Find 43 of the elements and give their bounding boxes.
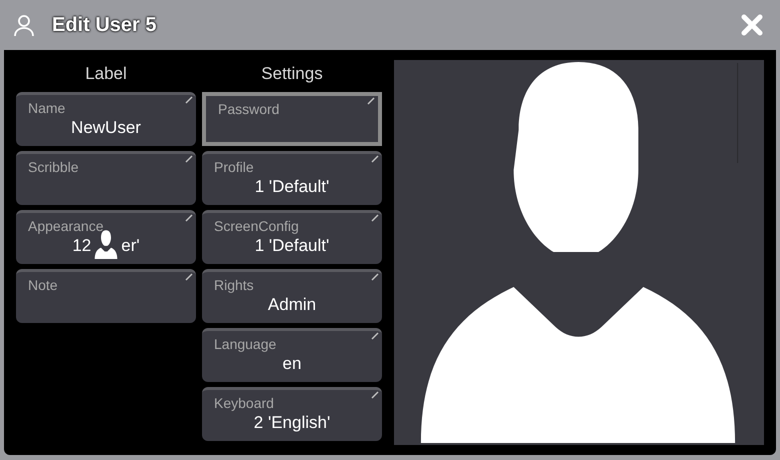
field-value: en bbox=[282, 353, 302, 375]
corner-icon bbox=[367, 97, 375, 105]
field[interactable]: ScreenConfig 1 'Default' bbox=[202, 210, 382, 264]
field-value: er' bbox=[121, 235, 140, 257]
corner-icon bbox=[185, 96, 193, 104]
field-label: Keyboard bbox=[214, 394, 275, 412]
field-label: Name bbox=[28, 99, 66, 117]
field-label: Rights bbox=[214, 276, 255, 294]
user-icon bbox=[12, 13, 36, 37]
field-label: ScreenConfig bbox=[214, 217, 300, 235]
corner-icon bbox=[185, 214, 193, 222]
field-label: Note bbox=[28, 276, 59, 294]
field-label: Scribble bbox=[28, 158, 80, 176]
field[interactable]: Appearance 12 er' bbox=[16, 210, 196, 264]
field-value: Admin bbox=[268, 294, 316, 316]
corner-icon bbox=[371, 332, 379, 340]
field[interactable]: Scribble bbox=[16, 151, 196, 205]
field[interactable]: Profile 1 'Default' bbox=[202, 151, 382, 205]
corner-icon bbox=[371, 273, 379, 281]
field-value: 2 'English' bbox=[254, 412, 330, 434]
field-value: 1 'Default' bbox=[254, 235, 330, 257]
field-value: NewUser bbox=[71, 117, 141, 139]
corner-icon bbox=[371, 155, 379, 163]
field[interactable]: Note bbox=[16, 269, 196, 323]
corner-icon bbox=[185, 273, 193, 281]
field-label: Appearance bbox=[28, 217, 105, 235]
window-title: Edit User 5 bbox=[52, 13, 156, 38]
field-value: 1 'Default' bbox=[254, 176, 330, 198]
field[interactable]: Name NewUser bbox=[16, 92, 196, 146]
close-icon[interactable] bbox=[740, 13, 764, 37]
field[interactable]: Rights Admin bbox=[202, 269, 382, 323]
field-label: Password bbox=[218, 100, 280, 118]
corner-icon bbox=[185, 155, 193, 163]
field-value: 12 bbox=[72, 235, 92, 257]
field-label: Profile bbox=[214, 158, 255, 176]
corner-icon bbox=[371, 391, 379, 399]
field[interactable]: Language en bbox=[202, 328, 382, 382]
field[interactable]: Keyboard 2 'English' bbox=[202, 387, 382, 441]
corner-icon bbox=[371, 214, 379, 222]
field[interactable]: Password bbox=[202, 92, 382, 146]
column-heading: Label bbox=[85, 63, 127, 85]
field-label: Language bbox=[214, 335, 278, 353]
column-heading: Settings bbox=[261, 63, 323, 85]
